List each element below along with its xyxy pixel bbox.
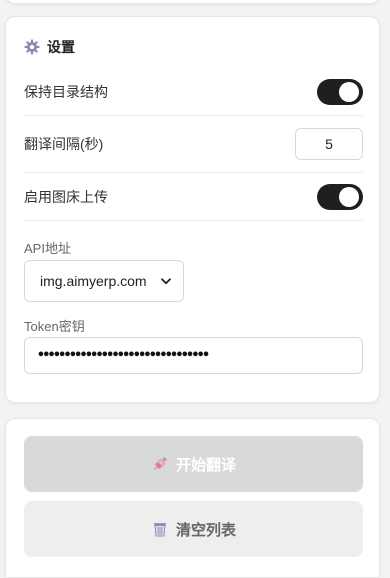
- api-selected-value: img.aimyerp.com: [40, 273, 147, 289]
- keep-structure-row: 保持目录结构: [24, 79, 363, 105]
- image-host-toggle[interactable]: [317, 184, 363, 210]
- image-host-row: 启用图床上传: [24, 184, 363, 210]
- divider: [24, 220, 363, 221]
- settings-title: 设置: [47, 37, 75, 57]
- api-label: API地址: [24, 238, 71, 257]
- syringe-icon: [151, 455, 169, 473]
- api-select[interactable]: img.aimyerp.com: [24, 260, 184, 302]
- clear-list-button[interactable]: 清空列表: [24, 501, 363, 557]
- divider: [24, 172, 363, 173]
- interval-row: 翻译间隔(秒): [24, 128, 363, 160]
- token-masked-value: ••••••••••••••••••••••••••••••••: [37, 348, 207, 363]
- token-input[interactable]: ••••••••••••••••••••••••••••••••: [24, 337, 363, 374]
- toggle-knob: [339, 187, 359, 207]
- keep-structure-toggle[interactable]: [317, 79, 363, 105]
- clear-list-label: 清空列表: [176, 519, 236, 540]
- token-label: Token密钥: [24, 316, 85, 335]
- actions-panel: 开始翻译 清空列表: [5, 418, 380, 578]
- keep-structure-label: 保持目录结构: [24, 82, 108, 102]
- interval-label: 翻译间隔(秒): [24, 134, 103, 154]
- start-translation-label: 开始翻译: [176, 454, 236, 475]
- interval-input[interactable]: [295, 128, 363, 160]
- divider: [24, 115, 363, 116]
- toggle-knob: [339, 82, 359, 102]
- previous-card: [5, 0, 380, 4]
- gear-icon: [24, 39, 40, 55]
- settings-panel: 设置 保持目录结构 翻译间隔(秒) 启用图床上传 API地址 img.aimye…: [5, 16, 380, 403]
- start-translation-button[interactable]: 开始翻译: [24, 436, 363, 492]
- settings-header: 设置: [24, 37, 75, 57]
- chevron-down-icon: [161, 278, 171, 285]
- wastebasket-icon: [151, 520, 169, 538]
- image-host-label: 启用图床上传: [24, 187, 108, 207]
